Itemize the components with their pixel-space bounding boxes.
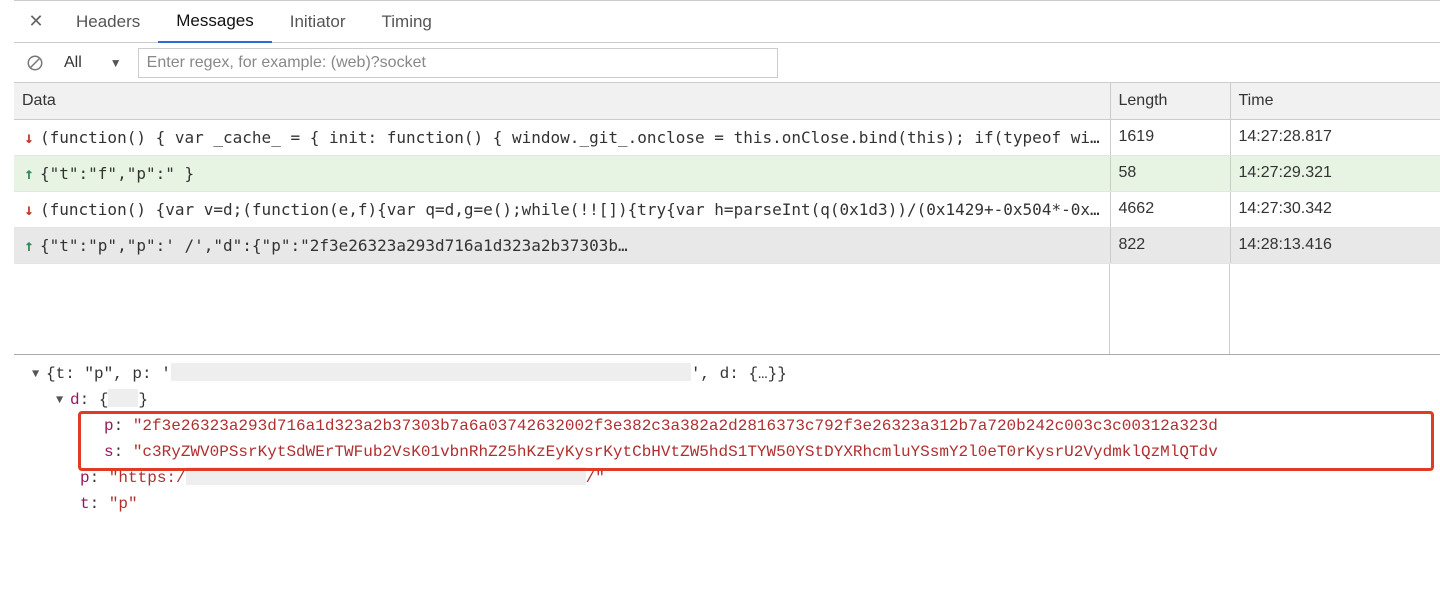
- disclosure-icon[interactable]: ▼: [56, 387, 70, 413]
- col-length[interactable]: Length: [1110, 83, 1230, 119]
- clear-icon[interactable]: [22, 50, 48, 76]
- tree-leaf-s-b64[interactable]: s: "c3RyZWV0PSsrKytSdWErTWFub2VsK01vbnRh…: [32, 439, 1432, 465]
- messages-table: Data Length Time ↓(function() { var _cac…: [14, 83, 1440, 264]
- filter-regex-input[interactable]: [138, 48, 778, 78]
- tab-timing[interactable]: Timing: [364, 1, 450, 43]
- redacted-value: [186, 467, 586, 485]
- cell-time: 14:27:29.321: [1230, 155, 1440, 191]
- messages-table-wrap: Data Length Time ↓(function() { var _cac…: [14, 83, 1440, 355]
- cell-time: 14:27:28.817: [1230, 119, 1440, 155]
- cell-length: 1619: [1110, 119, 1230, 155]
- cell-time: 14:27:30.342: [1230, 191, 1440, 227]
- table-row[interactable]: ↑{"t":"f","p":" }5814:27:29.321: [14, 155, 1440, 191]
- arrow-down-icon: ↓: [22, 200, 36, 219]
- filter-type-label: All: [64, 54, 82, 72]
- tree-leaf-p-hex[interactable]: p: "2f3e26323a293d716a1d323a2b37303b7a6a…: [32, 413, 1432, 439]
- arrow-up-icon: ↑: [22, 164, 36, 183]
- redacted-value: [171, 363, 691, 381]
- cell-length: 822: [1110, 227, 1230, 263]
- col-time[interactable]: Time: [1230, 83, 1440, 119]
- arrow-up-icon: ↑: [22, 236, 36, 255]
- cell-data: ↑{"t":"p","p":' /',"d":{"p":"2f3e26323a2…: [14, 227, 1110, 263]
- cell-data: ↑{"t":"f","p":" }: [14, 155, 1110, 191]
- tree-node-d[interactable]: ▼d: {}: [32, 387, 1432, 413]
- filter-row: All ▼: [14, 43, 1440, 83]
- tabs-row: ✕ Headers Messages Initiator Timing: [14, 1, 1440, 43]
- tab-messages[interactable]: Messages: [158, 1, 271, 43]
- cell-data: ↓(function() {var v=d;(function(e,f){var…: [14, 191, 1110, 227]
- cell-data: ↓(function() { var _cache_ = { init: fun…: [14, 119, 1110, 155]
- tree-root[interactable]: ▼{t: "p", p: '', d: {…}}: [32, 361, 1432, 387]
- col-data[interactable]: Data: [14, 83, 1110, 119]
- tab-initiator[interactable]: Initiator: [272, 1, 364, 43]
- tab-headers[interactable]: Headers: [58, 1, 158, 43]
- cell-time: 14:28:13.416: [1230, 227, 1440, 263]
- table-header-row: Data Length Time: [14, 83, 1440, 119]
- arrow-down-icon: ↓: [22, 128, 36, 147]
- table-row[interactable]: ↑{"t":"p","p":' /',"d":{"p":"2f3e26323a2…: [14, 227, 1440, 263]
- disclosure-icon[interactable]: ▼: [32, 361, 46, 387]
- table-row[interactable]: ↓(function() {var v=d;(function(e,f){var…: [14, 191, 1440, 227]
- cell-length: 4662: [1110, 191, 1230, 227]
- table-empty-space: [14, 264, 1440, 354]
- chevron-down-icon: ▼: [110, 56, 122, 70]
- tree-leaf-p-url[interactable]: p: "https://": [32, 465, 1432, 491]
- cell-length: 58: [1110, 155, 1230, 191]
- redacted-value: [108, 389, 138, 407]
- tree-leaf-t[interactable]: t: "p": [32, 491, 1432, 517]
- message-detail-viewer: ▼{t: "p", p: '', d: {…}} ▼d: {} p: "2f3e…: [14, 355, 1440, 594]
- table-row[interactable]: ↓(function() { var _cache_ = { init: fun…: [14, 119, 1440, 155]
- close-icon[interactable]: ✕: [22, 8, 50, 36]
- filter-type-select[interactable]: All ▼: [60, 54, 126, 72]
- network-ws-panel: ✕ Headers Messages Initiator Timing All …: [14, 0, 1440, 594]
